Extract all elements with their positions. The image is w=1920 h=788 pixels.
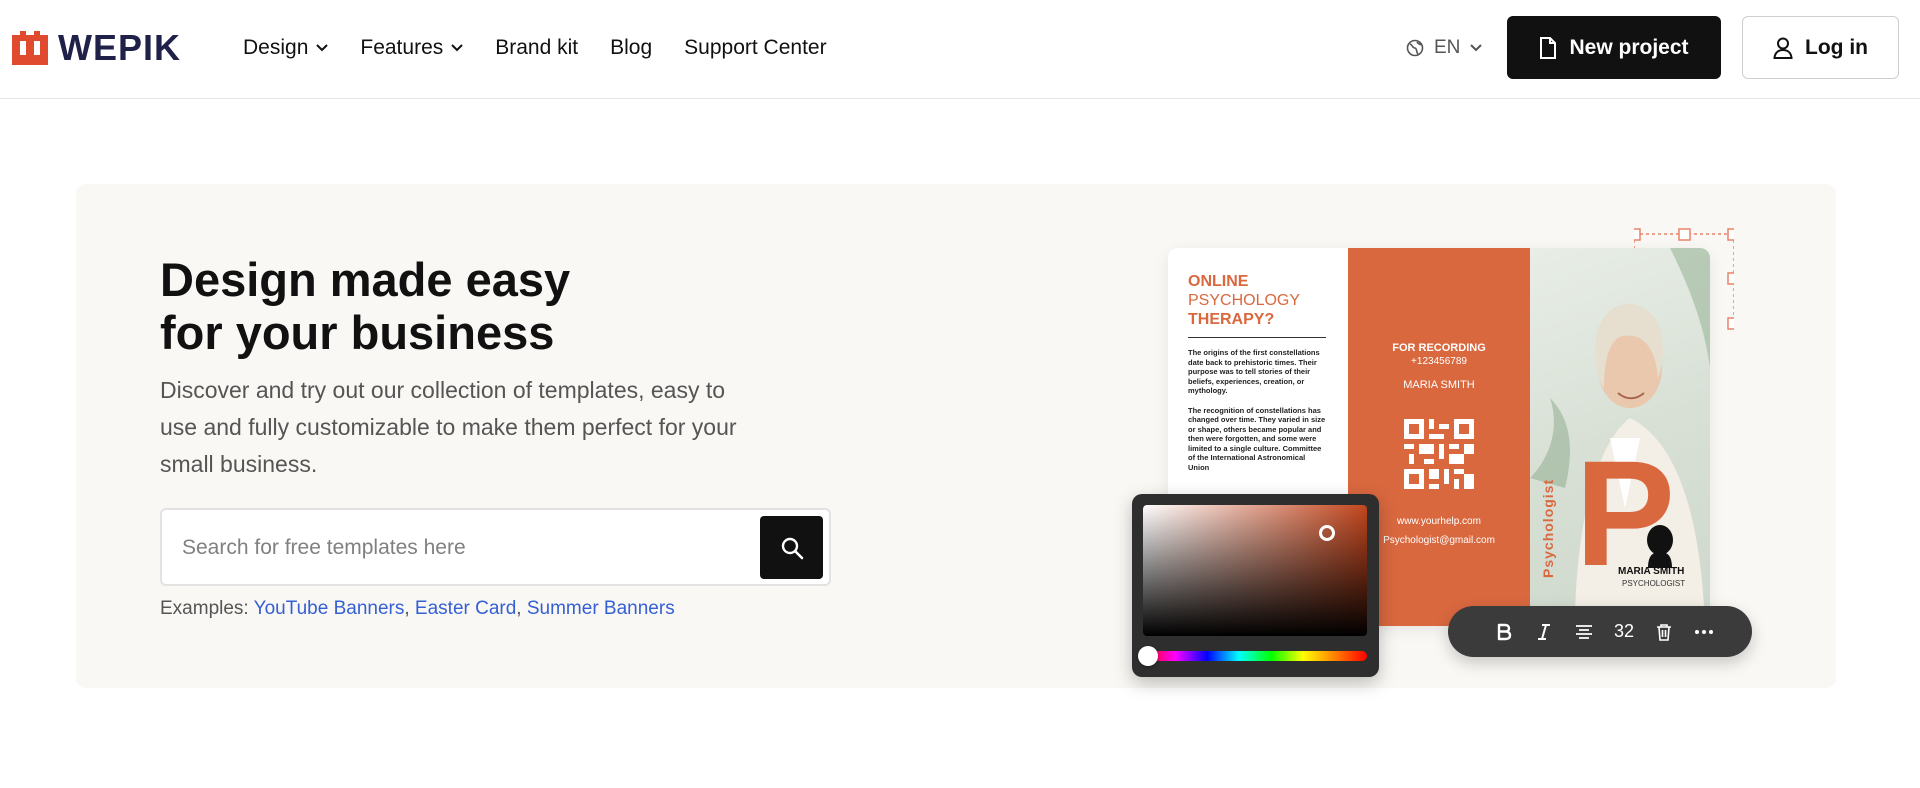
template-search <box>160 508 831 586</box>
align-icon <box>1576 624 1592 639</box>
example-link-youtube-banners[interactable]: YouTube Banners <box>254 598 405 619</box>
login-button[interactable]: Log in <box>1742 16 1899 79</box>
italic-button[interactable] <box>1524 617 1564 647</box>
preview-heading-line1: ONLINE <box>1188 273 1249 290</box>
italic-icon <box>1538 623 1550 640</box>
preview-name: MARIA SMITH <box>1403 379 1475 391</box>
site-header: WEPIK Design Features Brand kit Blog Sup… <box>0 0 1920 99</box>
example-link-summer-banners[interactable]: Summer Banners <box>527 598 675 619</box>
saturation-value-area[interactable] <box>1143 505 1367 636</box>
bold-button[interactable] <box>1484 617 1524 647</box>
hue-slider[interactable] <box>1143 651 1367 661</box>
preview-phone: +123456789 <box>1411 356 1467 367</box>
preview-heading-line2: PSYCHOLOGY <box>1188 292 1301 309</box>
nav-support-center[interactable]: Support Center <box>684 36 826 60</box>
nav-design[interactable]: Design <box>243 36 329 60</box>
hero-title-line2: for your business <box>160 306 555 359</box>
nav-blog-label: Blog <box>610 36 653 59</box>
search-input[interactable] <box>182 528 742 568</box>
delete-button[interactable] <box>1644 617 1684 647</box>
preview-divider <box>1188 337 1326 338</box>
preview-photo-title: PSYCHOLOGIST <box>1622 579 1686 588</box>
examples-separator: , <box>516 598 527 619</box>
logo-text: WEPIK <box>58 27 182 68</box>
search-examples: Examples: YouTube Banners, Easter Card, … <box>160 598 675 620</box>
language-label: EN <box>1434 37 1461 58</box>
qr-code-icon <box>1404 419 1474 489</box>
font-size-field[interactable]: 32 <box>1604 617 1644 647</box>
main-nav: Design Features Brand kit Blog Support C… <box>243 0 859 96</box>
search-button[interactable] <box>760 516 823 579</box>
text-toolbar: 32 <box>1448 606 1752 657</box>
document-icon <box>1540 36 1557 59</box>
silhouette-icon <box>1647 525 1673 568</box>
nav-support-center-label: Support Center <box>684 36 827 59</box>
nav-design-label: Design <box>243 36 309 59</box>
preview-heading-line3: THERAPY? <box>1188 311 1275 328</box>
login-label: Log in <box>1805 35 1868 59</box>
nav-blog[interactable]: Blog <box>610 36 652 60</box>
nav-brand-kit-label: Brand kit <box>495 36 579 59</box>
wepik-logo-icon <box>12 31 48 65</box>
trash-icon <box>1657 623 1671 641</box>
preview-photo-name: MARIA SMITH <box>1618 566 1685 577</box>
hue-slider-handle[interactable] <box>1138 646 1158 666</box>
preview-vertical-label: Psychologist <box>1540 478 1556 578</box>
nav-features-label: Features <box>360 36 444 59</box>
hero-title-line1: Design made easy <box>160 253 571 306</box>
more-icon <box>1695 629 1713 634</box>
more-button[interactable] <box>1684 617 1724 647</box>
new-project-label: New project <box>1569 35 1689 59</box>
selection-handles <box>1634 228 1734 330</box>
new-project-button[interactable]: New project <box>1507 16 1721 79</box>
preview-for-recording: FOR RECORDING <box>1392 342 1486 354</box>
preview-paragraph2: The recognition of constellations has ch… <box>1188 405 1326 472</box>
nav-features[interactable]: Features <box>360 36 463 60</box>
globe-icon <box>1406 39 1424 57</box>
examples-label: Examples: <box>160 598 249 619</box>
example-link-easter-card[interactable]: Easter Card <box>415 598 516 619</box>
color-picker-handle[interactable] <box>1319 525 1335 541</box>
chevron-down-icon <box>451 44 463 52</box>
search-icon <box>781 537 803 559</box>
hero-subtitle: Discover and try out our collection of t… <box>160 377 737 477</box>
preview-paragraph1: The origins of the first constellations … <box>1188 348 1320 395</box>
user-icon <box>1773 37 1793 59</box>
examples-separator: , <box>404 598 415 619</box>
color-picker <box>1132 494 1379 677</box>
nav-brand-kit[interactable]: Brand kit <box>495 36 578 60</box>
wepik-logo[interactable]: WEPIK <box>12 30 181 66</box>
hero-title: Design made easy for your business <box>160 253 780 359</box>
bold-icon <box>1497 623 1512 640</box>
align-button[interactable] <box>1564 617 1604 647</box>
chevron-down-icon <box>1470 44 1483 52</box>
chevron-down-icon <box>316 44 329 52</box>
language-selector[interactable]: EN <box>1406 34 1483 62</box>
